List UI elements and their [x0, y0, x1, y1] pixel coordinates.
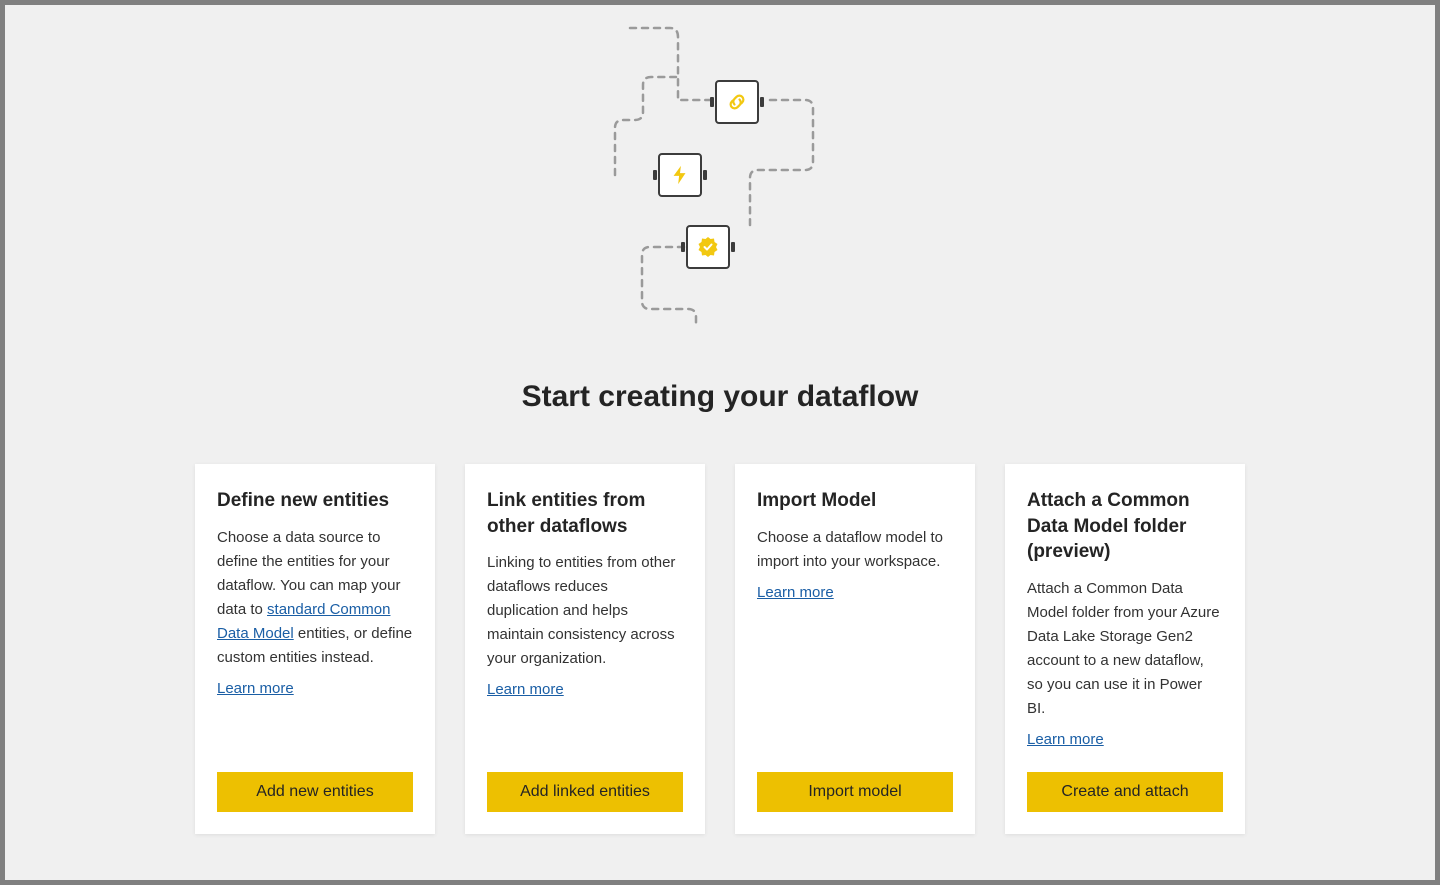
page-title: Start creating your dataflow: [522, 380, 919, 414]
card-description: Attach a Common Data Model folder from y…: [1027, 577, 1223, 721]
dataflow-illustration: [580, 25, 860, 325]
add-new-entities-button[interactable]: Add new entities: [217, 772, 413, 812]
card-define-entities: Define new entities Choose a data source…: [195, 464, 435, 834]
import-model-button[interactable]: Import model: [757, 772, 953, 812]
node-bolt-icon: [658, 153, 702, 197]
card-link-entities: Link entities from other dataflows Linki…: [465, 464, 705, 834]
learn-more-link[interactable]: Learn more: [217, 680, 413, 697]
add-linked-entities-button[interactable]: Add linked entities: [487, 772, 683, 812]
node-link-icon: [715, 80, 759, 124]
page-frame: Start creating your dataflow Define new …: [5, 5, 1435, 880]
card-import-model: Import Model Choose a dataflow model to …: [735, 464, 975, 834]
learn-more-link[interactable]: Learn more: [1027, 731, 1223, 748]
cards-container: Define new entities Choose a data source…: [170, 464, 1270, 834]
learn-more-link[interactable]: Learn more: [487, 681, 683, 698]
card-attach-cdm-folder: Attach a Common Data Model folder (previ…: [1005, 464, 1245, 834]
card-description: Linking to entities from other dataflows…: [487, 551, 683, 671]
create-and-attach-button[interactable]: Create and attach: [1027, 772, 1223, 812]
card-description: Choose a dataflow model to import into y…: [757, 526, 953, 574]
card-title: Attach a Common Data Model folder (previ…: [1027, 488, 1223, 565]
learn-more-link[interactable]: Learn more: [757, 584, 953, 601]
card-description: Choose a data source to define the entit…: [217, 526, 413, 670]
card-title: Link entities from other dataflows: [487, 488, 683, 539]
node-badge-icon: [686, 225, 730, 269]
card-title: Import Model: [757, 488, 953, 514]
card-title: Define new entities: [217, 488, 413, 514]
